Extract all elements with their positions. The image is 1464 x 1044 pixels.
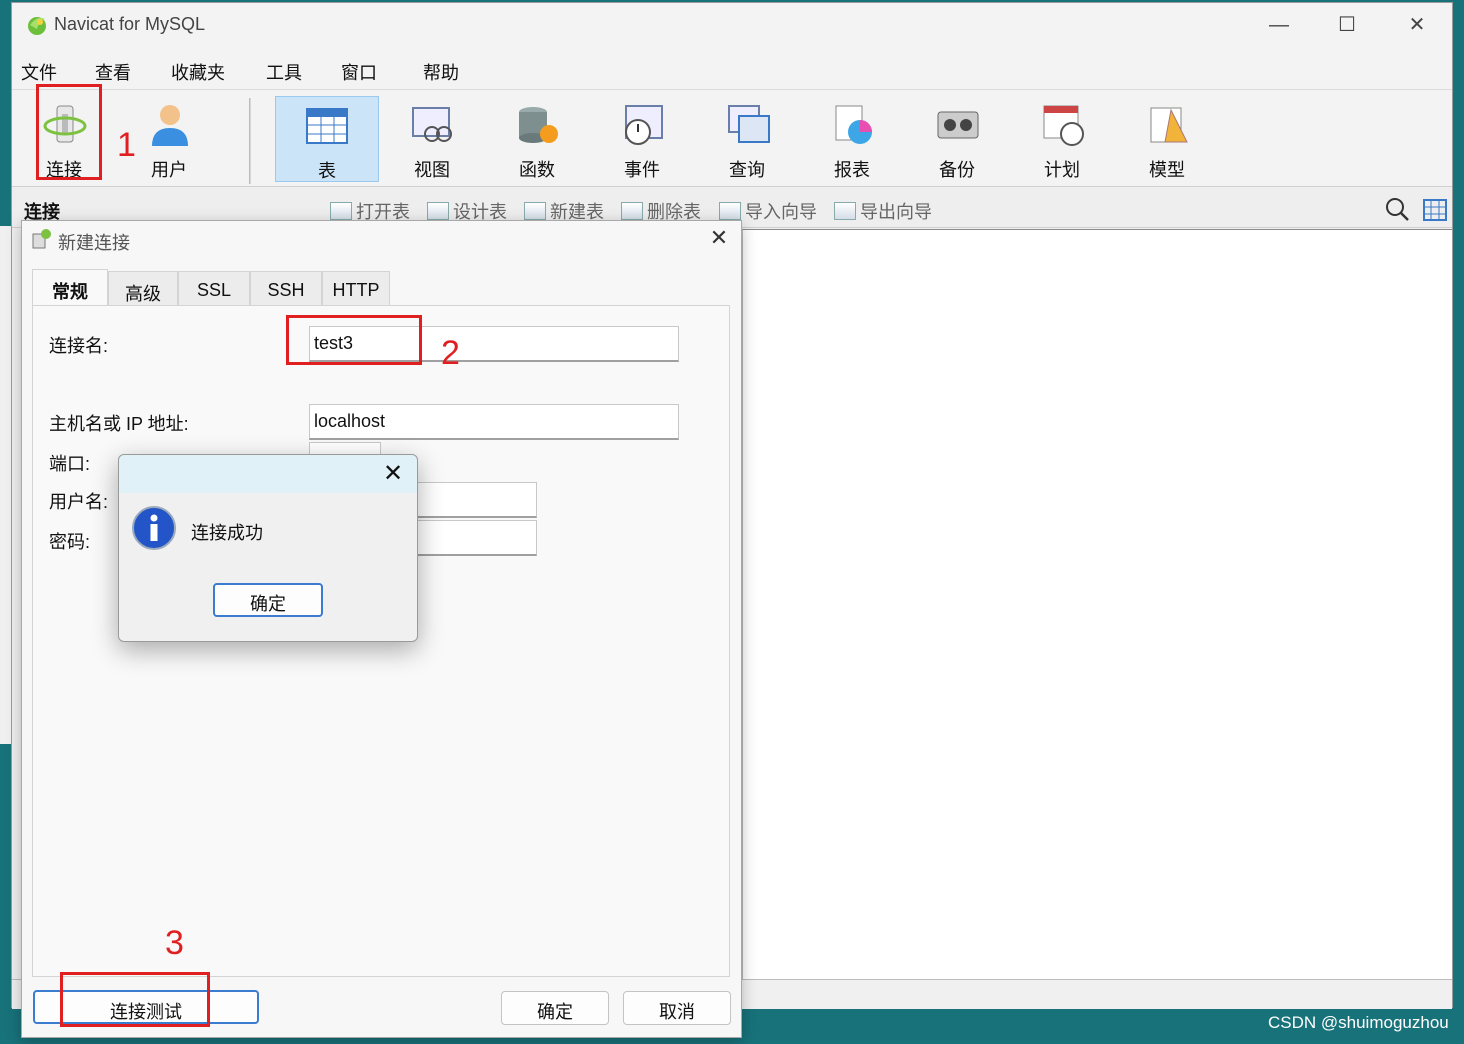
annotation-box-test-button [60,972,210,1027]
minimize-button[interactable]: — [1254,9,1304,41]
open-table-label: 打开表 [356,202,410,222]
tool-view-label: 视图 [414,160,450,180]
model-icon [1150,107,1188,143]
tool-model[interactable]: 模型 [1117,96,1217,182]
host-label: 主机名或 IP 地址: [49,414,189,434]
connection-name-label: 连接名: [49,336,109,356]
messagebox-text: 连接成功 [191,523,263,543]
dialog-cancel-button[interactable]: 取消 [623,991,731,1025]
dialog-ok-button[interactable]: 确定 [501,991,609,1025]
event-icon [625,105,663,145]
delete-table-icon [621,202,643,220]
tool-backup-label: 备份 [939,160,975,180]
backup-icon [937,111,979,139]
dialog-close-button[interactable]: ✕ [704,225,734,253]
function-icon [519,107,558,143]
tool-backup[interactable]: 备份 [907,96,1007,182]
tool-event-label: 事件 [624,160,660,180]
import-wizard-icon [719,202,741,220]
host-input[interactable]: localhost [309,404,679,440]
tool-table[interactable]: 表 [275,96,379,182]
menu-bar: 文件 查看 收藏夹 工具 窗口 帮助 [12,47,1452,89]
annotation-number-3: 3 [165,924,184,962]
user-icon [152,105,188,146]
tool-schedule-label: 计划 [1044,160,1080,180]
view-icon [412,107,452,142]
title-bar: Navicat for MySQL — ☐ ✕ [12,3,1452,47]
new-table-icon [524,202,546,220]
connection-success-messagebox: ✕ 连接成功 确定 [118,454,418,642]
design-table-icon [427,202,449,220]
toolbar-separator [249,98,251,184]
tab-general[interactable]: 常规 [32,269,108,309]
username-label: 用户名: [49,492,109,512]
export-wizard-label: 导出向导 [860,202,932,222]
export-wizard-icon [834,202,856,220]
tool-table-label: 表 [318,161,336,181]
app-title: Navicat for MySQL [54,14,206,34]
close-window-button[interactable]: ✕ [1392,9,1442,41]
tool-function-label: 函数 [519,160,555,180]
search-icon[interactable] [1384,196,1410,222]
import-wizard-label: 导入向导 [745,202,817,222]
password-label: 密码: [49,532,91,552]
menu-file[interactable]: 文件 [21,59,57,85]
new-connection-icon [32,229,51,249]
messagebox-ok-button[interactable]: 确定 [213,583,323,617]
design-table-label: 设计表 [453,202,507,222]
query-icon [728,105,770,143]
report-icon [835,105,872,144]
maximize-button[interactable]: ☐ [1322,9,1372,41]
table-icon [306,108,348,144]
main-toolbar: 连接 用户 表 视图 函数 事件 查询 报表 备份 计划 模型 [12,89,1452,187]
menu-window[interactable]: 窗口 [341,59,377,85]
messagebox-close-button[interactable]: ✕ [377,459,409,489]
menu-view[interactable]: 查看 [95,59,131,85]
tool-query[interactable]: 查询 [697,96,797,182]
annotation-box-connection [36,84,102,180]
tab-advanced[interactable]: 高级 [108,271,178,307]
tab-ssl[interactable]: SSL [178,271,250,307]
tab-http[interactable]: HTTP [322,271,390,307]
menu-tools[interactable]: 工具 [266,59,302,85]
messagebox-title-bar [119,455,417,493]
tool-event[interactable]: 事件 [592,96,692,182]
schedule-icon [1043,105,1084,146]
tool-report[interactable]: 报表 [802,96,902,182]
dialog-title: 新建连接 [58,233,130,253]
menu-favorites[interactable]: 收藏夹 [171,59,225,85]
object-content-area[interactable] [742,229,1452,979]
menu-help[interactable]: 帮助 [423,59,459,85]
navicat-logo-icon [28,17,46,35]
port-label: 端口: [49,454,91,474]
tool-view[interactable]: 视图 [382,96,482,182]
tool-query-label: 查询 [729,160,765,180]
open-table-icon [330,202,352,220]
delete-table-label: 删除表 [647,202,701,222]
export-wizard-button[interactable]: 导出向导 [834,198,932,224]
info-icon [132,506,176,550]
tool-function[interactable]: 函数 [487,96,587,182]
tool-schedule[interactable]: 计划 [1012,96,1112,182]
annotation-number-2: 2 [441,334,460,372]
tab-ssh[interactable]: SSH [250,271,322,307]
tool-model-label: 模型 [1149,160,1185,180]
annotation-box-connection-name [286,315,422,365]
annotation-number-1: 1 [117,126,136,164]
watermark: CSDN @shuimoguzhou [1268,1013,1449,1032]
new-table-label: 新建表 [550,202,604,222]
grid-view-icon[interactable] [1422,196,1448,222]
tool-report-label: 报表 [834,160,870,180]
